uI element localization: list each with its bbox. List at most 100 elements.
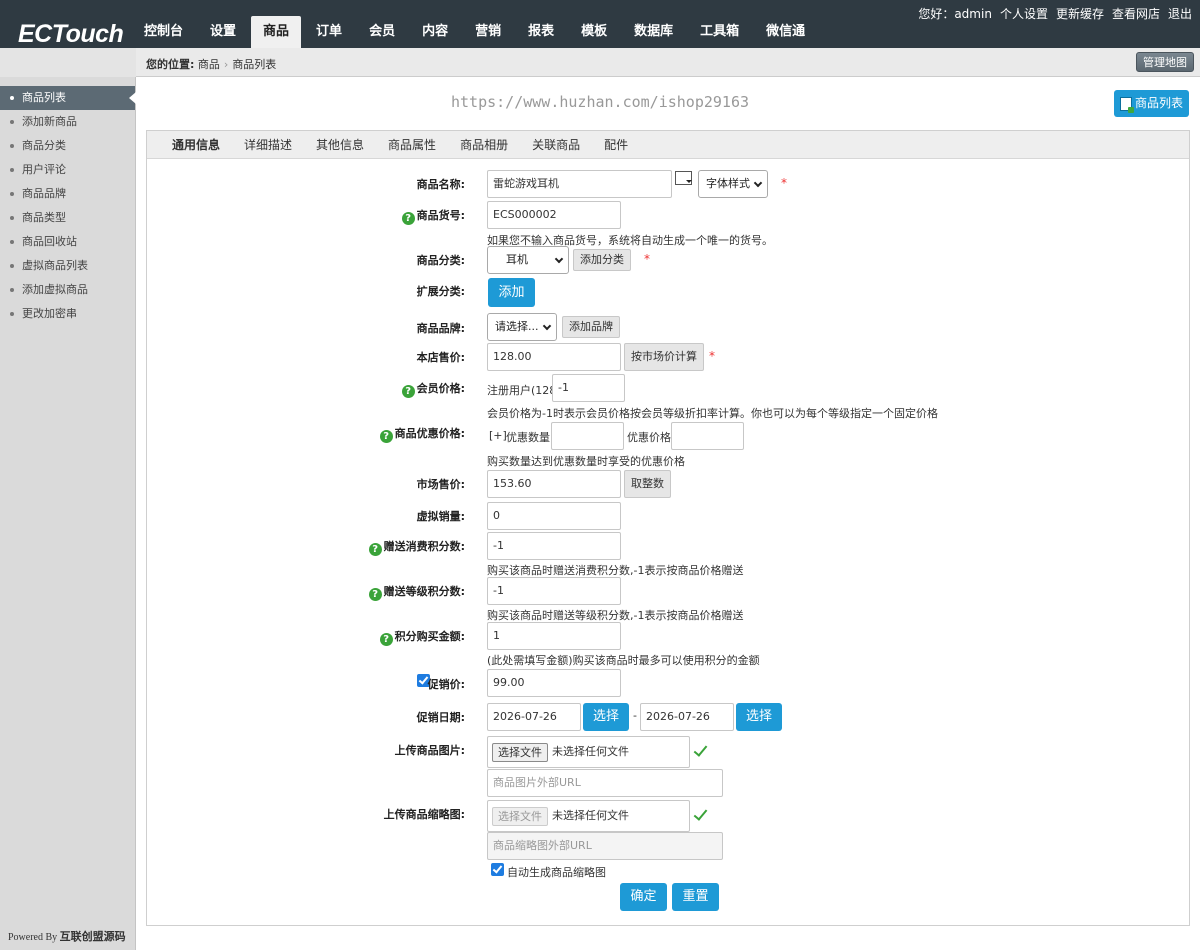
category-value: 耳机	[506, 253, 528, 266]
market-price-input[interactable]: 153.60	[487, 470, 621, 498]
sidebar-item-comments[interactable]: 用户评论	[0, 158, 135, 182]
calc-by-market-button[interactable]: 按市场价计算	[624, 343, 704, 371]
brand-select[interactable]: 请选择...	[487, 313, 557, 341]
powered-brand[interactable]: 互联创盟源码	[60, 930, 126, 943]
member-price-hint: 会员价格为-1时表示会员价格按会员等级折扣率计算。你也可以为每个等级指定一个固定…	[487, 407, 938, 420]
sidebar-item-goods-list[interactable]: 商品列表	[0, 86, 136, 110]
nav-item-toolbox[interactable]: 工具箱	[688, 16, 751, 48]
sidebar-item-label: 商品类型	[22, 211, 66, 224]
goods-image-url-input[interactable]: 商品图片外部URL	[487, 769, 723, 797]
auto-thumb-checkbox[interactable]	[491, 863, 504, 876]
give-integral-hint: 购买该商品时赠送消费积分数,-1表示按商品价格赠送	[487, 564, 744, 577]
color-picker-icon[interactable]	[675, 171, 692, 185]
nav-item-marketing[interactable]: 营销	[463, 16, 513, 48]
breadcrumb-level1[interactable]: 商品	[198, 58, 220, 71]
sidebar-item-trash[interactable]: 商品回收站	[0, 230, 135, 254]
goods-form-panel: 通用信息 详细描述 其他信息 商品属性 商品相册 关联商品 配件 商品名称: 雷…	[146, 130, 1190, 926]
sidebar-item-add-virtual[interactable]: 添加虚拟商品	[0, 278, 135, 302]
nav-item-goods[interactable]: 商品	[251, 16, 302, 48]
refresh-cache-link[interactable]: 更新缓存	[1056, 5, 1104, 22]
promote-price-input[interactable]: 99.00	[487, 669, 621, 697]
sidebar-item-virtual-list[interactable]: 虚拟商品列表	[0, 254, 135, 278]
pick-end-date-button[interactable]: 选择	[736, 703, 782, 731]
tab-accessories[interactable]: 配件	[592, 131, 640, 158]
bullet-icon	[10, 96, 14, 100]
tab-description[interactable]: 详细描述	[232, 131, 304, 158]
nav-item-database[interactable]: 数据库	[622, 16, 685, 48]
font-style-select[interactable]: 字体样式	[698, 170, 768, 198]
check-icon	[693, 742, 708, 757]
breadcrumb-bar: 您的位置: 商品 › 商品列表 管理地图	[136, 48, 1200, 77]
help-icon[interactable]: ?	[368, 588, 382, 601]
breadcrumb: 您的位置: 商品 › 商品列表	[146, 56, 276, 72]
choose-file-button[interactable]: 选择文件	[492, 742, 548, 762]
give-integral-input[interactable]: -1	[487, 532, 621, 560]
goods-sn-input[interactable]: ECS000002	[487, 201, 621, 229]
sitemap-button[interactable]: 管理地图	[1136, 52, 1194, 72]
pick-start-date-button[interactable]: 选择	[583, 703, 629, 731]
virtual-sales-input[interactable]: 0	[487, 502, 621, 530]
help-icon[interactable]: ?	[401, 385, 415, 398]
nav-item-content[interactable]: 内容	[410, 16, 460, 48]
round-price-button[interactable]: 取整数	[624, 470, 671, 498]
nav-item-members[interactable]: 会员	[357, 16, 407, 48]
sidebar-item-label: 商品品牌	[22, 187, 66, 200]
tab-attributes[interactable]: 商品属性	[376, 131, 448, 158]
font-style-value: 字体样式	[706, 177, 750, 190]
nav-item-dashboard[interactable]: 控制台	[132, 16, 195, 48]
goods-thumb-url-input[interactable]: 商品缩略图外部URL	[487, 832, 723, 860]
add-brand-button[interactable]: 添加品牌	[562, 316, 620, 338]
sidebar-item-categories[interactable]: 商品分类	[0, 134, 135, 158]
nav-item-wechat[interactable]: 微信通	[754, 16, 817, 48]
goods-thumb-file-input[interactable]: 选择文件 未选择任何文件	[487, 800, 690, 832]
rank-integral-input[interactable]: -1	[487, 577, 621, 605]
sidebar-item-brands[interactable]: 商品品牌	[0, 182, 135, 206]
help-icon[interactable]: ?	[379, 633, 393, 646]
goods-sn-label-text: 商品货号:	[416, 209, 465, 222]
nav-item-settings[interactable]: 设置	[198, 16, 248, 48]
sidebar-item-label: 添加虚拟商品	[22, 283, 88, 296]
help-icon[interactable]: ?	[379, 430, 393, 443]
add-volume-price-link[interactable]: [+]	[489, 429, 507, 442]
goods-list-button[interactable]: 商品列表	[1114, 90, 1190, 117]
shop-price-input[interactable]: 128.00	[487, 343, 621, 371]
add-category-button[interactable]: 添加分类	[573, 249, 631, 271]
submit-button[interactable]: 确定	[620, 883, 667, 911]
nav-item-orders[interactable]: 订单	[304, 16, 354, 48]
promote-start-input[interactable]: 2026-07-26	[487, 703, 581, 731]
sidebar-item-change-key[interactable]: 更改加密串	[0, 302, 135, 326]
add-ext-category-button[interactable]: 添加	[488, 278, 535, 307]
volume-price-input[interactable]	[671, 422, 744, 450]
ext-category-label: 扩展分类:	[416, 285, 465, 298]
form-tabs: 通用信息 详细描述 其他信息 商品属性 商品相册 关联商品 配件	[147, 131, 1189, 159]
member-price-input[interactable]: -1	[552, 374, 625, 402]
tab-related[interactable]: 关联商品	[520, 131, 592, 158]
integral-amount-input[interactable]: 1	[487, 622, 621, 650]
tab-other[interactable]: 其他信息	[304, 131, 376, 158]
sidebar-item-types[interactable]: 商品类型	[0, 206, 135, 230]
goods-image-file-input[interactable]: 选择文件 未选择任何文件	[487, 736, 690, 768]
logo[interactable]: ECTouch	[18, 20, 124, 49]
brand-value: 请选择...	[495, 320, 539, 333]
rank-integral-hint: 购买该商品时赠送等级积分数,-1表示按商品价格赠送	[487, 609, 744, 622]
view-site-link[interactable]: 查看网店	[1112, 5, 1160, 22]
bullet-icon	[10, 144, 14, 148]
personal-settings-link[interactable]: 个人设置	[1000, 5, 1048, 22]
no-file-text: 未选择任何文件	[552, 745, 629, 758]
integral-amount-label-text: 积分购买金额:	[394, 630, 465, 643]
category-select[interactable]: 耳机	[487, 246, 569, 274]
reset-button[interactable]: 重置	[672, 883, 719, 911]
goods-image-label: 上传商品图片:	[394, 744, 465, 757]
volume-qty-input[interactable]	[551, 422, 624, 450]
help-icon[interactable]: ?	[401, 212, 415, 225]
choose-file-button[interactable]: 选择文件	[492, 806, 548, 826]
nav-item-reports[interactable]: 报表	[516, 16, 566, 48]
promote-end-input[interactable]: 2026-07-26	[640, 703, 734, 731]
tab-general[interactable]: 通用信息	[160, 131, 232, 158]
goods-name-input[interactable]: 雷蛇游戏耳机	[487, 170, 672, 198]
sidebar-item-add-goods[interactable]: 添加新商品	[0, 110, 135, 134]
tab-gallery[interactable]: 商品相册	[448, 131, 520, 158]
logout-link[interactable]: 退出	[1168, 5, 1192, 22]
nav-item-templates[interactable]: 模板	[569, 16, 619, 48]
help-icon[interactable]: ?	[368, 543, 382, 556]
